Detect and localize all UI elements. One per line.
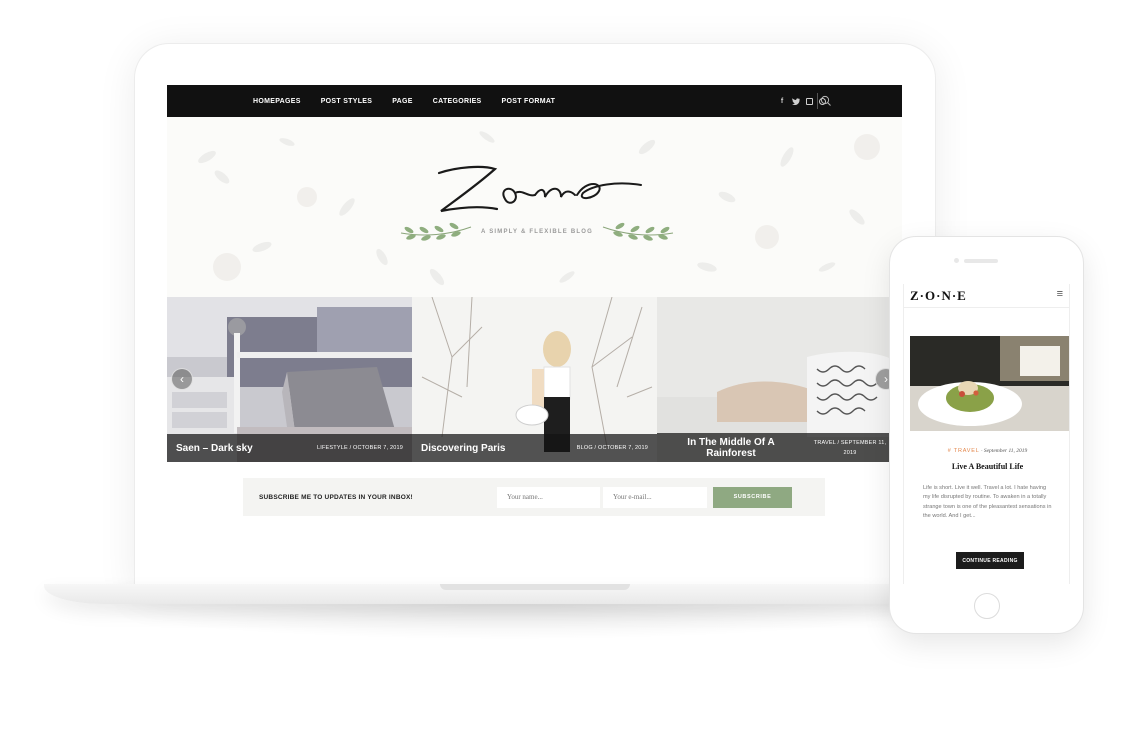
slide-caption: Discovering Paris BLOG / OCTOBER 7, 2019: [412, 434, 657, 462]
twitter-icon[interactable]: [792, 97, 800, 105]
hamburger-menu-icon[interactable]: ≡: [1057, 288, 1063, 300]
slider-prev-arrow-icon[interactable]: ‹: [171, 368, 193, 390]
site-header: A SIMPLY & FLEXIBLE BLOG: [167, 117, 902, 297]
post-meta: # TRAVEL · September 11, 2019: [904, 448, 1069, 454]
slide-title[interactable]: Discovering Paris: [421, 443, 505, 454]
subscribe-button[interactable]: SUBSCRIBE: [713, 486, 792, 508]
slide-caption: Saen – Dark sky LIFESTYLE / OCTOBER 7, 2…: [167, 434, 412, 462]
nav-item-post-styles[interactable]: POST STYLES: [321, 98, 373, 105]
slide-item[interactable]: Saen – Dark sky LIFESTYLE / OCTOBER 7, 2…: [167, 297, 412, 462]
laptop-base: [44, 584, 1026, 604]
continue-reading-button[interactable]: CONTINUE READING: [956, 552, 1024, 569]
nav-item-categories[interactable]: CATEGORIES: [433, 98, 482, 105]
slide-caption: In The Middle Of A Rainforest TRAVEL / S…: [657, 433, 902, 462]
tagline-row: A SIMPLY & FLEXIBLE BLOG: [397, 220, 677, 244]
laptop-notch: [440, 584, 630, 590]
leaf-left-icon: [400, 222, 472, 241]
main-menu: HOMEPAGES POST STYLES PAGE CATEGORIES PO…: [253, 85, 555, 117]
mobile-logo[interactable]: Z·O·N·E: [910, 288, 967, 304]
name-input[interactable]: [497, 486, 600, 508]
site-tagline: A SIMPLY & FLEXIBLE BLOG: [481, 229, 593, 235]
desktop-screen: HOMEPAGES POST STYLES PAGE CATEGORIES PO…: [167, 85, 902, 545]
slide-meta: LIFESTYLE / OCTOBER 7, 2019: [317, 445, 403, 451]
slide-meta: BLOG / OCTOBER 7, 2019: [576, 445, 648, 451]
social-links: f: [778, 85, 826, 117]
search-icon[interactable]: [820, 95, 832, 107]
slide-meta: TRAVEL / SEPTEMBER 11, 2019: [813, 439, 887, 456]
post-image[interactable]: [910, 336, 1069, 431]
newsletter-label: SUBSCRIBE ME TO UPDATES IN YOUR INBOX!: [259, 493, 413, 501]
phone-home-button: [974, 593, 1000, 619]
food-photo: [910, 336, 1069, 431]
slide-item[interactable]: In The Middle Of A Rainforest TRAVEL / S…: [657, 297, 902, 462]
nav-item-homepages[interactable]: HOMEPAGES: [253, 98, 301, 105]
phone-speaker: [964, 259, 998, 263]
phone-camera: [954, 258, 959, 263]
post-title[interactable]: Live A Beautiful Life: [904, 462, 1069, 471]
post-excerpt: Life is short. Live it well. Travel a lo…: [923, 485, 1052, 520]
newsletter-bar: SUBSCRIBE ME TO UPDATES IN YOUR INBOX! S…: [243, 478, 825, 516]
facebook-icon[interactable]: f: [778, 98, 786, 105]
email-input[interactable]: [603, 486, 707, 508]
mobile-screen: Z·O·N·E ≡ # TRAVEL · September 11, 2019 …: [903, 284, 1070, 584]
featured-slider: Saen – Dark sky LIFESTYLE / OCTOBER 7, 2…: [167, 297, 902, 462]
leaf-right-icon: [602, 222, 674, 241]
site-logo[interactable]: [427, 159, 657, 219]
nav-divider: [817, 93, 818, 109]
instagram-icon[interactable]: [806, 97, 813, 105]
mobile-header: Z·O·N·E ≡: [904, 284, 1069, 308]
nav-item-post-format[interactable]: POST FORMAT: [502, 98, 556, 105]
post-category[interactable]: # TRAVEL: [948, 448, 980, 454]
slide-title[interactable]: In The Middle Of A Rainforest: [666, 437, 796, 459]
post-date: September 11, 2019: [983, 448, 1028, 454]
slide-title[interactable]: Saen – Dark sky: [176, 443, 253, 454]
top-navigation: HOMEPAGES POST STYLES PAGE CATEGORIES PO…: [167, 85, 902, 117]
slide-item[interactable]: Discovering Paris BLOG / OCTOBER 7, 2019: [412, 297, 657, 462]
phone-frame: Z·O·N·E ≡ # TRAVEL · September 11, 2019 …: [890, 237, 1083, 633]
nav-item-page[interactable]: PAGE: [392, 98, 413, 105]
